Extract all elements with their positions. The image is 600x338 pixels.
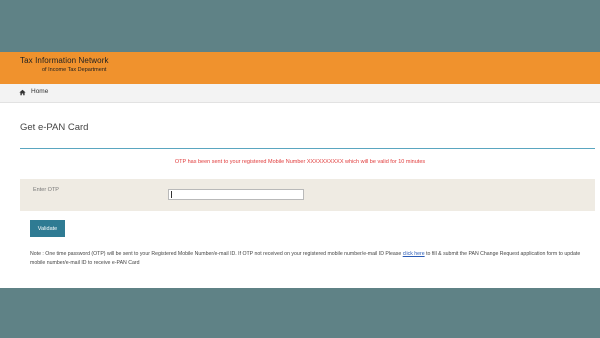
home-link[interactable]: Home <box>31 88 48 95</box>
background-bottom <box>0 288 600 338</box>
title-divider <box>20 148 595 149</box>
page: Tax Information Network of Income Tax De… <box>0 52 600 288</box>
home-icon[interactable] <box>19 89 26 96</box>
otp-sent-message: OTP has been sent to your registered Mob… <box>174 159 426 165</box>
otp-label: Enter OTP <box>33 187 59 193</box>
otp-note: Note : One time password (OTP) will be s… <box>30 250 590 268</box>
brand-title: Tax Information Network <box>20 56 109 65</box>
site-header: Tax Information Network of Income Tax De… <box>0 52 600 84</box>
brand-subtitle: of Income Tax Department <box>42 67 107 73</box>
background-top <box>0 0 600 52</box>
page-title: Get e-PAN Card <box>20 122 89 133</box>
validate-button[interactable]: Validate <box>30 220 65 237</box>
breadcrumb-bar: Home <box>0 84 600 103</box>
text-cursor <box>171 191 172 198</box>
click-here-link[interactable]: click here <box>403 251 425 257</box>
note-text-before: Note : One time password (OTP) will be s… <box>30 251 403 257</box>
otp-form-row: Enter OTP <box>20 179 595 211</box>
otp-input[interactable] <box>168 189 304 200</box>
